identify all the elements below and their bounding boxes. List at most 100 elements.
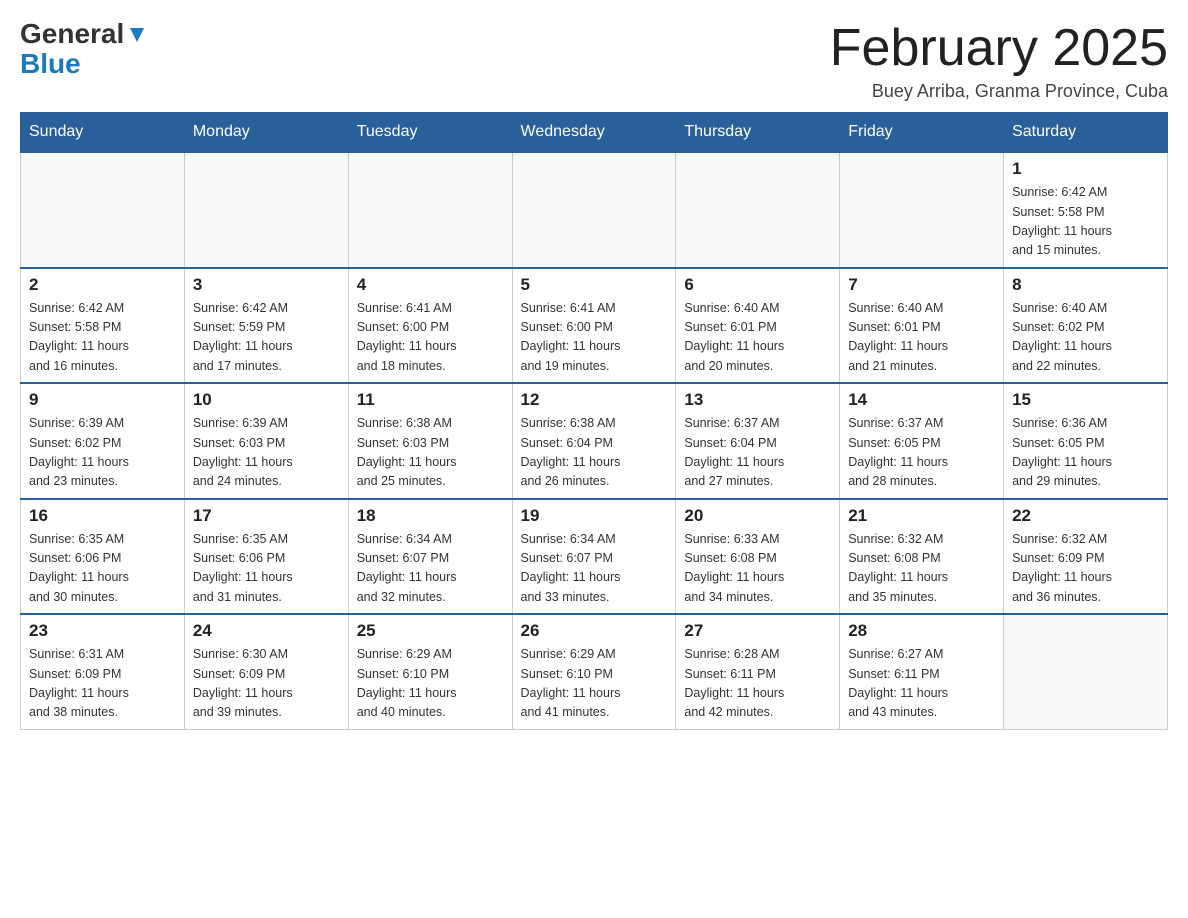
day-number: 3	[193, 275, 340, 295]
calendar-cell	[348, 152, 512, 268]
month-title: February 2025	[830, 20, 1168, 77]
calendar-cell	[512, 152, 676, 268]
calendar-cell: 9 Sunrise: 6:39 AM Sunset: 6:02 PM Daylig…	[21, 383, 185, 499]
day-number: 25	[357, 621, 504, 641]
page-header: General Blue February 2025 Buey Arriba, …	[20, 20, 1168, 102]
location-subtitle: Buey Arriba, Granma Province, Cuba	[830, 81, 1168, 102]
day-number: 18	[357, 506, 504, 526]
calendar-cell: 8 Sunrise: 6:40 AM Sunset: 6:02 PM Daylig…	[1004, 268, 1168, 384]
day-info: Sunrise: 6:42 AM Sunset: 5:59 PM Dayligh…	[193, 299, 340, 377]
calendar-cell	[21, 152, 185, 268]
day-number: 27	[684, 621, 831, 641]
logo-triangle-icon	[126, 24, 148, 46]
day-info: Sunrise: 6:42 AM Sunset: 5:58 PM Dayligh…	[29, 299, 176, 377]
calendar-cell	[1004, 614, 1168, 729]
day-info: Sunrise: 6:30 AM Sunset: 6:09 PM Dayligh…	[193, 645, 340, 723]
day-info: Sunrise: 6:37 AM Sunset: 6:05 PM Dayligh…	[848, 414, 995, 492]
calendar-cell: 15 Sunrise: 6:36 AM Sunset: 6:05 PM Dayli…	[1004, 383, 1168, 499]
weekday-header-row: SundayMondayTuesdayWednesdayThursdayFrid…	[21, 113, 1168, 153]
weekday-header-thursday: Thursday	[676, 113, 840, 153]
day-number: 15	[1012, 390, 1159, 410]
day-info: Sunrise: 6:40 AM Sunset: 6:01 PM Dayligh…	[684, 299, 831, 377]
calendar-cell: 6 Sunrise: 6:40 AM Sunset: 6:01 PM Daylig…	[676, 268, 840, 384]
day-info: Sunrise: 6:35 AM Sunset: 6:06 PM Dayligh…	[193, 530, 340, 608]
day-info: Sunrise: 6:38 AM Sunset: 6:04 PM Dayligh…	[521, 414, 668, 492]
weekday-header-friday: Friday	[840, 113, 1004, 153]
week-row-5: 23Sunrise: 6:31 AM Sunset: 6:09 PM Dayli…	[21, 614, 1168, 729]
calendar-cell	[184, 152, 348, 268]
week-row-2: 2 Sunrise: 6:42 AM Sunset: 5:58 PM Daylig…	[21, 268, 1168, 384]
day-info: Sunrise: 6:34 AM Sunset: 6:07 PM Dayligh…	[521, 530, 668, 608]
calendar-cell: 28 Sunrise: 6:27 AM Sunset: 6:11 PM Dayli…	[840, 614, 1004, 729]
day-info: Sunrise: 6:37 AM Sunset: 6:04 PM Dayligh…	[684, 414, 831, 492]
day-number: 22	[1012, 506, 1159, 526]
day-info: Sunrise: 6:28 AM Sunset: 6:11 PM Dayligh…	[684, 645, 831, 723]
calendar-cell: 3 Sunrise: 6:42 AM Sunset: 5:59 PM Daylig…	[184, 268, 348, 384]
week-row-4: 16 Sunrise: 6:35 AM Sunset: 6:06 PM Dayli…	[21, 499, 1168, 615]
calendar-cell: 20 Sunrise: 6:33 AM Sunset: 6:08 PM Dayli…	[676, 499, 840, 615]
logo: General Blue	[20, 20, 148, 80]
calendar-cell: 2 Sunrise: 6:42 AM Sunset: 5:58 PM Daylig…	[21, 268, 185, 384]
day-info: Sunrise: 6:32 AM Sunset: 6:09 PM Dayligh…	[1012, 530, 1159, 608]
day-number: 21	[848, 506, 995, 526]
day-info: Sunrise: 6:39 AM Sunset: 6:03 PM Dayligh…	[193, 414, 340, 492]
day-number: 12	[521, 390, 668, 410]
calendar-cell: 11 Sunrise: 6:38 AM Sunset: 6:03 PM Dayli…	[348, 383, 512, 499]
day-info: Sunrise: 6:36 AM Sunset: 6:05 PM Dayligh…	[1012, 414, 1159, 492]
day-number: 2	[29, 275, 176, 295]
calendar-cell: 14Sunrise: 6:37 AM Sunset: 6:05 PM Dayli…	[840, 383, 1004, 499]
day-number: 19	[521, 506, 668, 526]
day-number: 16	[29, 506, 176, 526]
day-number: 28	[848, 621, 995, 641]
calendar-cell: 4Sunrise: 6:41 AM Sunset: 6:00 PM Daylig…	[348, 268, 512, 384]
calendar-cell	[676, 152, 840, 268]
day-number: 1	[1012, 159, 1159, 179]
calendar-cell: 21 Sunrise: 6:32 AM Sunset: 6:08 PM Dayli…	[840, 499, 1004, 615]
calendar-table: SundayMondayTuesdayWednesdayThursdayFrid…	[20, 112, 1168, 730]
day-number: 20	[684, 506, 831, 526]
day-info: Sunrise: 6:27 AM Sunset: 6:11 PM Dayligh…	[848, 645, 995, 723]
day-number: 26	[521, 621, 668, 641]
calendar-cell: 26Sunrise: 6:29 AM Sunset: 6:10 PM Dayli…	[512, 614, 676, 729]
day-number: 7	[848, 275, 995, 295]
weekday-header-wednesday: Wednesday	[512, 113, 676, 153]
calendar-cell: 7 Sunrise: 6:40 AM Sunset: 6:01 PM Daylig…	[840, 268, 1004, 384]
day-number: 6	[684, 275, 831, 295]
day-number: 10	[193, 390, 340, 410]
day-number: 9	[29, 390, 176, 410]
weekday-header-sunday: Sunday	[21, 113, 185, 153]
calendar-cell: 23Sunrise: 6:31 AM Sunset: 6:09 PM Dayli…	[21, 614, 185, 729]
calendar-cell: 16Sunrise: 6:35 AM Sunset: 6:06 PM Dayli…	[21, 499, 185, 615]
calendar-cell: 10 Sunrise: 6:39 AM Sunset: 6:03 PM Dayli…	[184, 383, 348, 499]
calendar-cell: 22 Sunrise: 6:32 AM Sunset: 6:09 PM Dayli…	[1004, 499, 1168, 615]
title-area: February 2025 Buey Arriba, Granma Provin…	[830, 20, 1168, 102]
day-info: Sunrise: 6:40 AM Sunset: 6:01 PM Dayligh…	[848, 299, 995, 377]
day-info: Sunrise: 6:41 AM Sunset: 6:00 PM Dayligh…	[521, 299, 668, 377]
weekday-header-monday: Monday	[184, 113, 348, 153]
day-number: 4	[357, 275, 504, 295]
week-row-1: 1 Sunrise: 6:42 AM Sunset: 5:58 PM Daylig…	[21, 152, 1168, 268]
calendar-cell: 17 Sunrise: 6:35 AM Sunset: 6:06 PM Dayli…	[184, 499, 348, 615]
day-info: Sunrise: 6:38 AM Sunset: 6:03 PM Dayligh…	[357, 414, 504, 492]
day-number: 17	[193, 506, 340, 526]
week-row-3: 9 Sunrise: 6:39 AM Sunset: 6:02 PM Daylig…	[21, 383, 1168, 499]
calendar-cell: 27 Sunrise: 6:28 AM Sunset: 6:11 PM Dayli…	[676, 614, 840, 729]
day-number: 24	[193, 621, 340, 641]
weekday-header-saturday: Saturday	[1004, 113, 1168, 153]
logo-general-text: General	[20, 20, 124, 48]
calendar-cell: 19 Sunrise: 6:34 AM Sunset: 6:07 PM Dayli…	[512, 499, 676, 615]
day-info: Sunrise: 6:32 AM Sunset: 6:08 PM Dayligh…	[848, 530, 995, 608]
weekday-header-tuesday: Tuesday	[348, 113, 512, 153]
day-number: 8	[1012, 275, 1159, 295]
calendar-cell: 24 Sunrise: 6:30 AM Sunset: 6:09 PM Dayli…	[184, 614, 348, 729]
day-number: 13	[684, 390, 831, 410]
day-info: Sunrise: 6:33 AM Sunset: 6:08 PM Dayligh…	[684, 530, 831, 608]
calendar-cell: 13 Sunrise: 6:37 AM Sunset: 6:04 PM Dayli…	[676, 383, 840, 499]
day-info: Sunrise: 6:42 AM Sunset: 5:58 PM Dayligh…	[1012, 183, 1159, 261]
day-number: 11	[357, 390, 504, 410]
day-info: Sunrise: 6:40 AM Sunset: 6:02 PM Dayligh…	[1012, 299, 1159, 377]
calendar-cell: 25 Sunrise: 6:29 AM Sunset: 6:10 PM Dayli…	[348, 614, 512, 729]
day-info: Sunrise: 6:39 AM Sunset: 6:02 PM Dayligh…	[29, 414, 176, 492]
day-info: Sunrise: 6:29 AM Sunset: 6:10 PM Dayligh…	[357, 645, 504, 723]
day-number: 5	[521, 275, 668, 295]
